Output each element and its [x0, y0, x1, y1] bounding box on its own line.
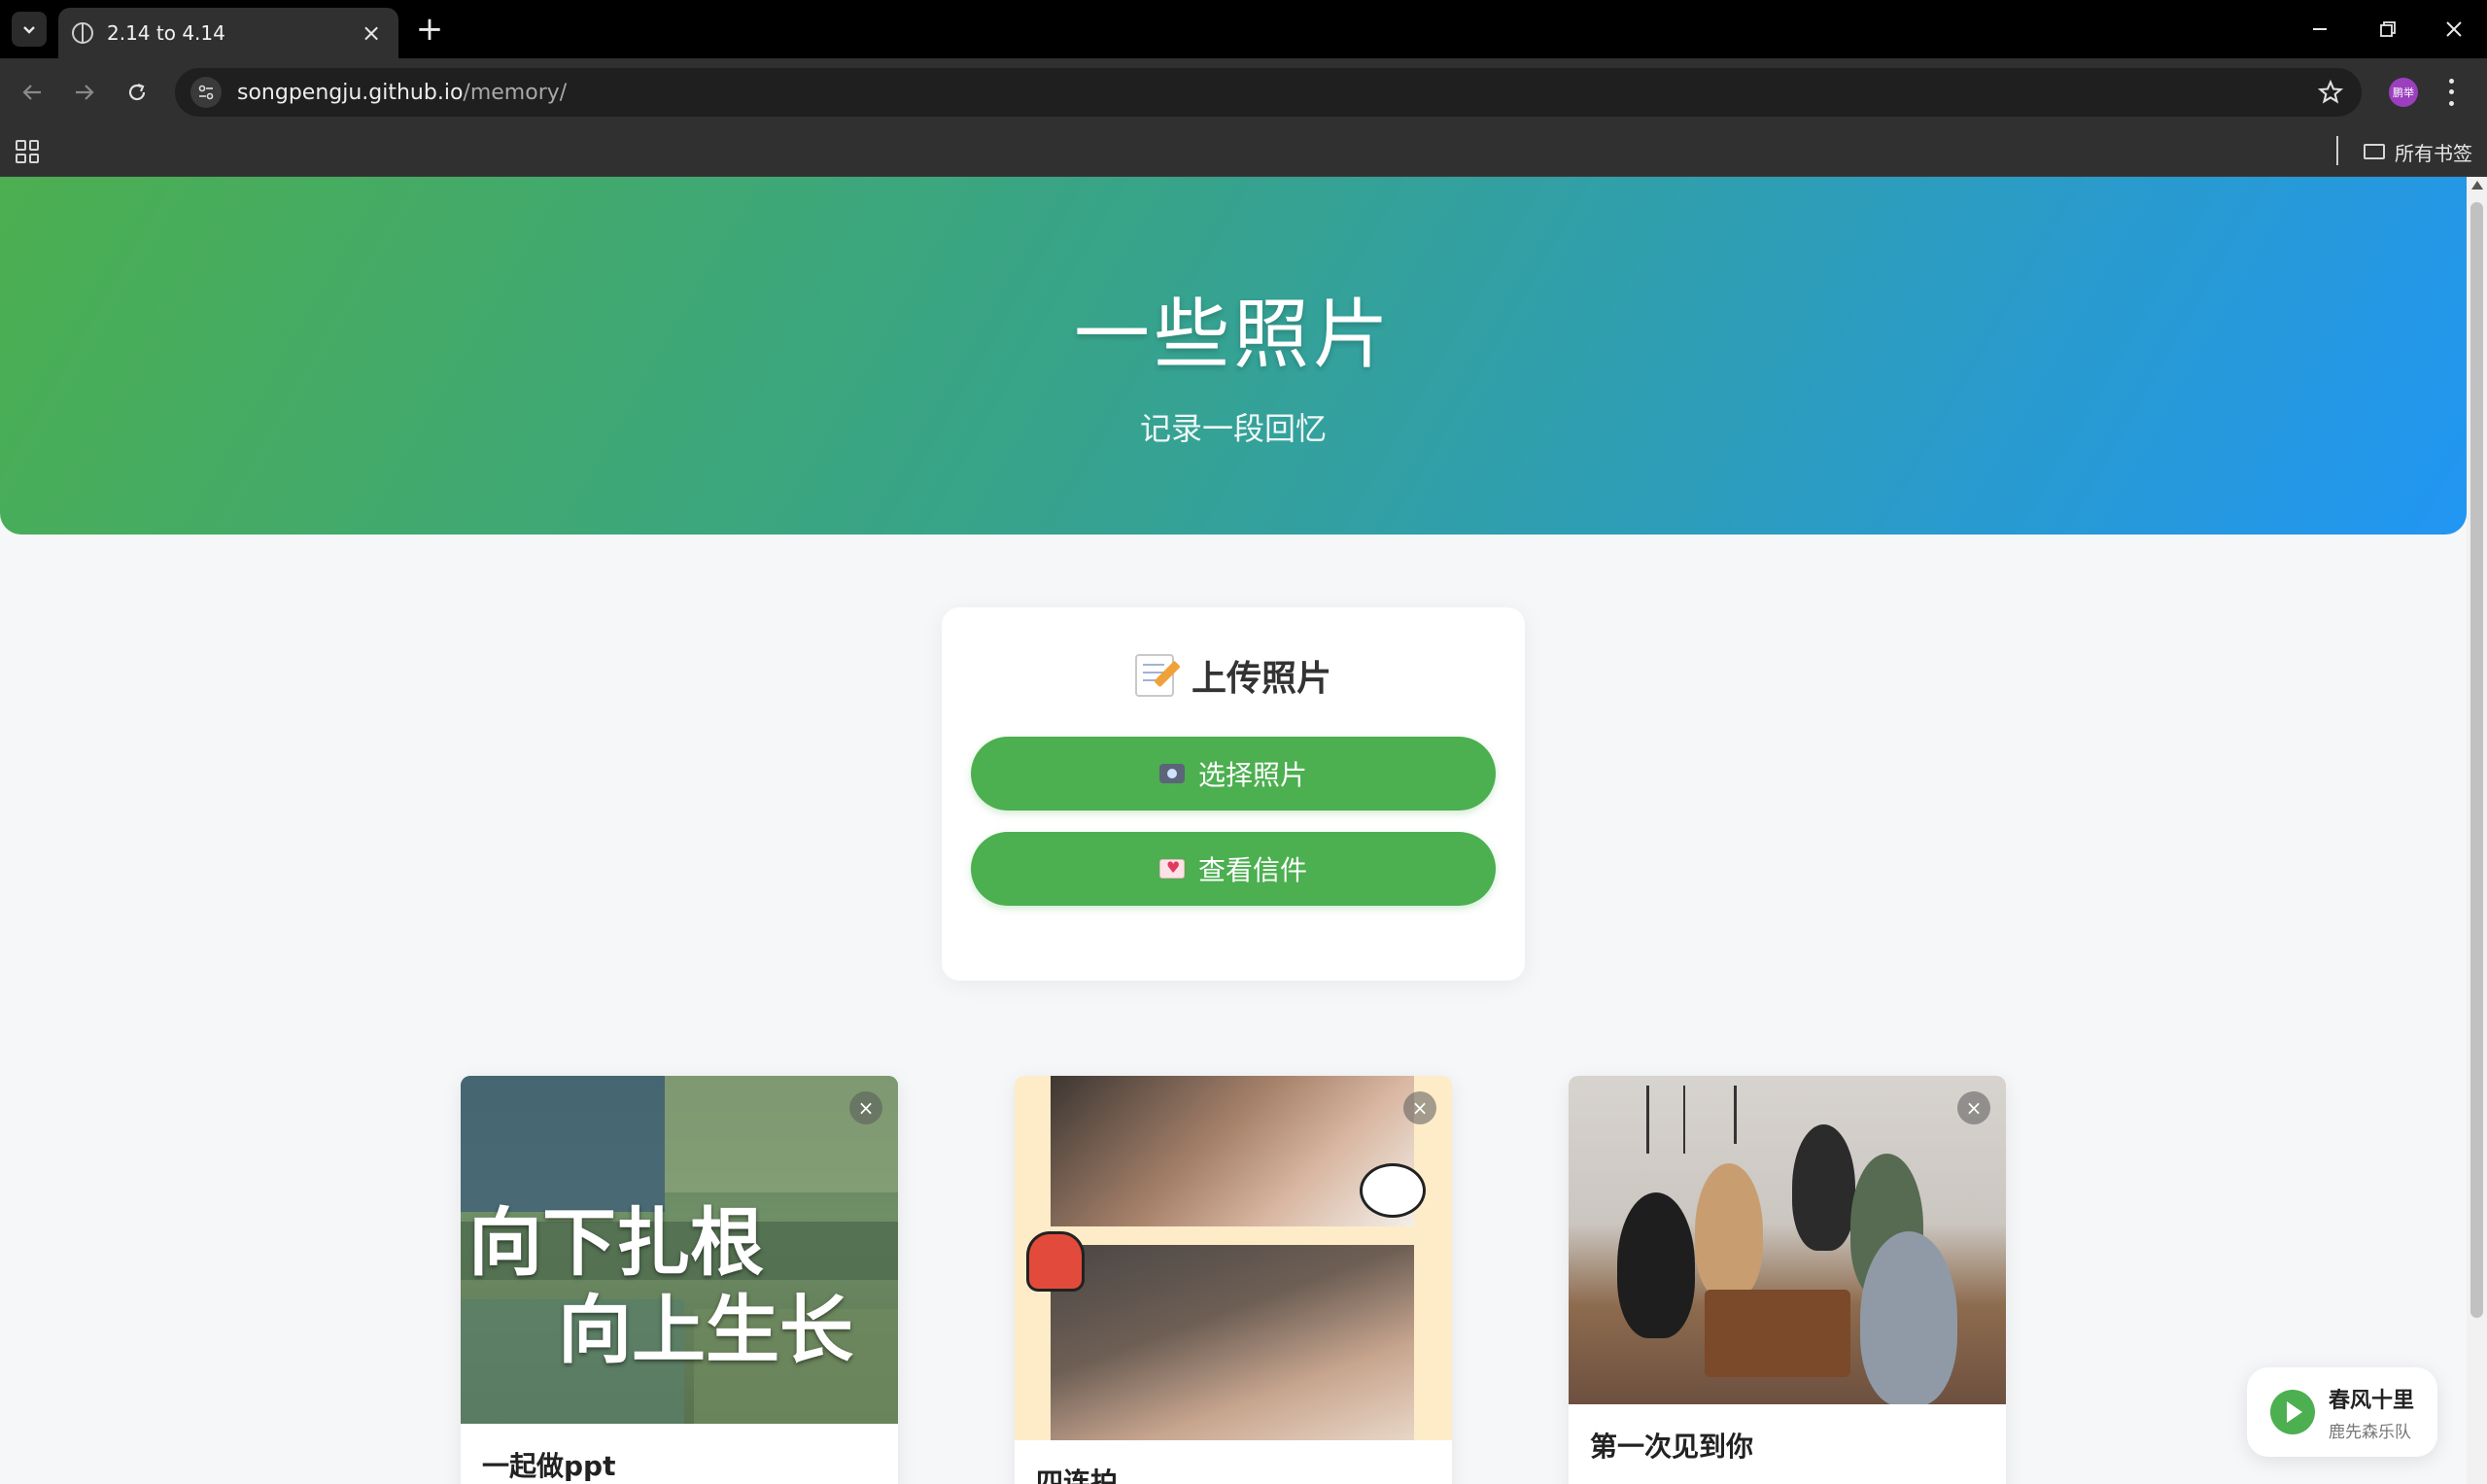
- memo-icon: [1134, 654, 1174, 697]
- photo-image[interactable]: ×: [1569, 1076, 2006, 1404]
- tab-title: 2.14 to 4.14: [107, 21, 225, 45]
- page-viewport: 一些照片 记录一段回忆 上传照片 选择照片 查看信件 向下扎根 向上生长 × 一…: [0, 177, 2487, 1484]
- photo-card[interactable]: × 四连拍: [1015, 1076, 1452, 1484]
- wall-calligraphy: [1646, 1086, 1685, 1154]
- hero-banner: 一些照片 记录一段回忆: [0, 177, 2467, 535]
- bookmarks-bar: 所有书签: [0, 126, 2487, 177]
- back-button[interactable]: [12, 72, 52, 113]
- photo-frame-top: [1051, 1076, 1414, 1226]
- address-bar[interactable]: songpengju.github.io/memory/: [175, 68, 2362, 117]
- minimize-icon: [2313, 28, 2327, 30]
- url-path: /memory/: [463, 80, 568, 105]
- wall-calligraphy: [1734, 1086, 1773, 1144]
- select-photos-label: 选择照片: [1197, 759, 1307, 791]
- play-icon[interactable]: [2270, 1390, 2315, 1434]
- sticker-cartoon-face: [1360, 1163, 1426, 1218]
- close-window-button[interactable]: [2420, 0, 2487, 58]
- bookmarks-divider: [2336, 136, 2338, 165]
- photo-caption: 四连拍: [1036, 1467, 1119, 1484]
- arrow-right-icon: [76, 85, 94, 100]
- remove-photo-icon[interactable]: ×: [849, 1091, 882, 1124]
- folder-icon: [2364, 144, 2385, 159]
- view-letters-button[interactable]: 查看信件: [971, 832, 1496, 906]
- all-bookmarks-label: 所有书签: [2395, 141, 2472, 165]
- sticker-cartoon-kid: [1026, 1231, 1085, 1292]
- photo-image[interactable]: ×: [1015, 1076, 1452, 1440]
- photo-caption: 一起做ppt: [482, 1450, 616, 1482]
- profile-avatar[interactable]: 鹏举: [2389, 78, 2418, 107]
- upload-header: 上传照片: [942, 650, 1525, 701]
- person-figure: [1792, 1124, 1855, 1251]
- photo-caption: 第一次见到你: [1590, 1431, 1754, 1463]
- reload-button[interactable]: [117, 72, 157, 113]
- photo-frame-bottom: [1051, 1245, 1414, 1440]
- scroll-up-arrow-icon[interactable]: [2471, 181, 2483, 190]
- remove-photo-icon[interactable]: ×: [1957, 1091, 1990, 1124]
- browser-tab[interactable]: 2.14 to 4.14 ×: [58, 8, 398, 58]
- person-figure: [1617, 1192, 1695, 1338]
- chevron-down-icon: [23, 26, 35, 34]
- reload-icon: [128, 83, 146, 101]
- music-player[interactable]: 春风十里 鹿先森乐队: [2247, 1367, 2437, 1457]
- apps-grid-icon[interactable]: [16, 140, 39, 163]
- photo-card[interactable]: × 第一次见到你: [1569, 1076, 2006, 1484]
- tab-search-button[interactable]: [12, 12, 47, 47]
- all-bookmarks-button[interactable]: 所有书签: [2364, 136, 2472, 167]
- love-letter-icon: [1158, 858, 1185, 879]
- coffee-table: [1705, 1290, 1850, 1377]
- page-title: 一些照片: [1073, 292, 1393, 379]
- url-host: songpengju.github.io: [237, 80, 464, 105]
- page-subtitle: 记录一段回忆: [1139, 410, 1327, 447]
- tab-close-icon[interactable]: ×: [358, 19, 385, 47]
- upload-title: 上传照片: [1191, 659, 1331, 699]
- scrollbar-thumb[interactable]: [2470, 202, 2483, 1318]
- overlay-text-line-2: 向上生长: [558, 1287, 853, 1373]
- photo-card[interactable]: 向下扎根 向上生长 × 一起做ppt: [461, 1076, 898, 1484]
- restore-button[interactable]: [2354, 0, 2422, 58]
- minimize-button[interactable]: [2286, 0, 2354, 58]
- camera-icon: [1158, 764, 1185, 783]
- song-artist: 鹿先森乐队: [2329, 1422, 2411, 1442]
- bookmark-star-icon[interactable]: [2317, 79, 2344, 106]
- arrow-left-icon: [22, 85, 41, 100]
- new-tab-button[interactable]: +: [410, 10, 449, 49]
- upload-panel: 上传照片 选择照片 查看信件: [942, 607, 1525, 981]
- close-icon: [2446, 21, 2462, 37]
- person-figure: [1860, 1231, 1957, 1404]
- tab-strip: 2.14 to 4.14 × +: [0, 0, 2487, 58]
- view-letters-label: 查看信件: [1197, 854, 1307, 886]
- select-photos-button[interactable]: 选择照片: [971, 737, 1496, 811]
- forward-button[interactable]: [64, 72, 105, 113]
- site-settings-icon[interactable]: [190, 77, 222, 108]
- browser-menu-icon[interactable]: [2441, 76, 2461, 109]
- restore-icon: [2380, 21, 2396, 37]
- person-figure: [1695, 1163, 1763, 1299]
- remove-photo-icon[interactable]: ×: [1403, 1091, 1436, 1124]
- scrollbar[interactable]: [2467, 177, 2487, 1484]
- photo-image[interactable]: 向下扎根 向上生长 ×: [461, 1076, 898, 1424]
- song-title: 春风十里: [2329, 1388, 2415, 1413]
- globe-icon: [72, 22, 93, 44]
- address-toolbar: songpengju.github.io/memory/ 鹏举: [0, 58, 2487, 126]
